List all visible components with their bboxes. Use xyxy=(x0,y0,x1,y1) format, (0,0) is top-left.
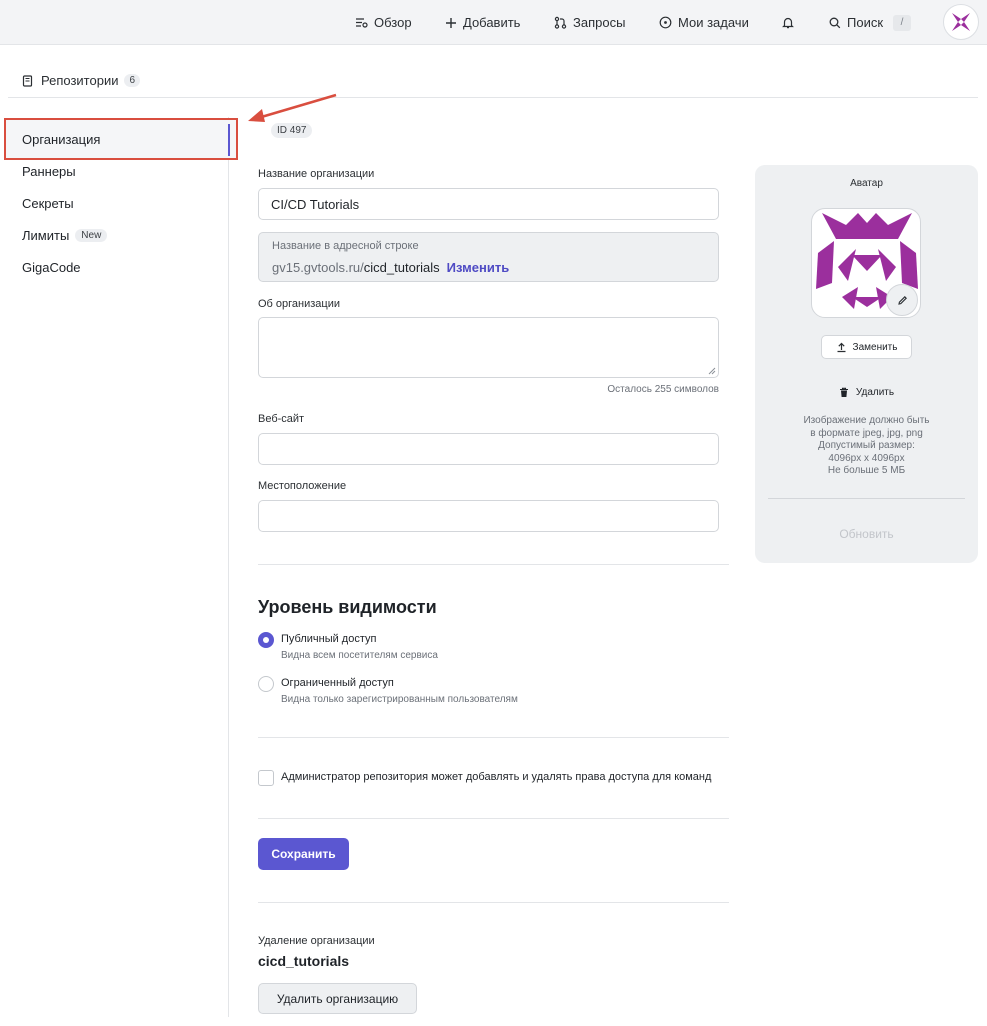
repositories-link[interactable]: Репозитории 6 xyxy=(22,73,141,88)
edit-avatar-button[interactable] xyxy=(886,284,918,316)
nav-add-label: Добавить xyxy=(463,15,521,30)
sidebar-item-organization[interactable]: Организация xyxy=(22,132,100,147)
replace-avatar-button[interactable]: Заменить xyxy=(821,335,912,359)
visibility-title: Уровень видимости xyxy=(258,597,437,617)
sidebar-item-runners[interactable]: Раннеры xyxy=(22,164,76,179)
search-icon xyxy=(829,17,841,28)
divider xyxy=(258,902,729,903)
visibility-public-title: Публичный доступ xyxy=(281,633,377,645)
pull-request-icon xyxy=(554,16,567,29)
nav-my-tasks-label: Мои задачи xyxy=(678,15,749,30)
org-name-input[interactable]: CI/CD Tutorials xyxy=(258,188,719,220)
visibility-restricted-radio[interactable] xyxy=(258,676,274,692)
plus-icon xyxy=(446,17,456,28)
org-name-value: CI/CD Tutorials xyxy=(271,196,360,212)
sidebar-item-label: Раннеры xyxy=(22,164,76,179)
nav-search-label: Поиск xyxy=(847,15,884,30)
sidebar-divider xyxy=(228,117,229,1017)
replace-avatar-label: Заменить xyxy=(852,341,898,353)
visibility-restricted-title: Ограниченный доступ xyxy=(281,677,394,689)
avatar-panel: Аватар Заменить Удалить Изображение долж… xyxy=(755,165,978,563)
avatar-requirement-line: Допустимый размер: xyxy=(818,440,915,451)
visibility-public-desc: Видна всем посетителям сервиса xyxy=(281,650,438,661)
website-input[interactable] xyxy=(258,433,719,465)
sidebar-item-label: Организация xyxy=(22,132,101,147)
brand-logo-button[interactable] xyxy=(943,4,979,40)
brand-logo-icon xyxy=(952,13,970,31)
update-avatar-button[interactable]: Обновить xyxy=(755,527,978,541)
nav-requests[interactable]: Запросы xyxy=(554,0,625,45)
bell-icon xyxy=(782,17,794,29)
org-name-label: Название организации xyxy=(258,168,375,180)
about-label: Об организации xyxy=(258,298,341,310)
sidebar-active-indicator xyxy=(228,124,230,156)
url-slug-field: Название в адресной строке gv15.gvtools.… xyxy=(258,232,719,282)
search-shortcut-badge: / xyxy=(893,14,912,31)
url-prefix: gv15.gvtools.ru/ xyxy=(272,260,364,275)
sidebar-item-label: GigaCode xyxy=(22,260,81,275)
new-badge: New xyxy=(75,229,108,242)
overview-icon xyxy=(356,18,368,28)
upload-icon xyxy=(837,342,846,352)
url-slug: cicd_tutorials xyxy=(363,260,440,275)
divider xyxy=(768,498,965,499)
sidebar-item-gigacode[interactable]: GigaCode xyxy=(22,260,81,275)
divider xyxy=(258,564,729,565)
divider xyxy=(258,737,729,738)
delete-organization-button[interactable]: Удалить организацию xyxy=(258,983,417,1014)
location-label: Местоположение xyxy=(258,480,347,492)
delete-avatar-button[interactable]: Удалить xyxy=(755,387,978,398)
sidebar-item-label: Лимиты xyxy=(22,228,70,243)
nav-requests-label: Запросы xyxy=(573,15,626,30)
avatar-requirement-line: 4096px x 4096px xyxy=(828,452,905,464)
organization-id-badge: ID 497 xyxy=(271,123,313,138)
nav-my-tasks[interactable]: Мои задачи xyxy=(659,0,749,45)
about-textarea[interactable] xyxy=(258,317,719,378)
team-permissions-checkbox[interactable] xyxy=(258,770,274,786)
avatar-requirement-line: Не больше 5 МБ xyxy=(827,465,906,476)
characters-left-hint: Осталось 255 символов xyxy=(607,384,719,395)
nav-overview[interactable]: Обзор xyxy=(355,0,412,45)
visibility-public-radio[interactable] xyxy=(258,632,274,648)
resize-handle-icon[interactable] xyxy=(708,367,716,375)
visibility-restricted-desc: Видна только зарегистрированным пользова… xyxy=(281,694,518,705)
nav-add[interactable]: Добавить xyxy=(445,0,520,45)
nav-search[interactable]: Поиск / xyxy=(829,0,912,45)
delete-org-name: cicd_tutorials xyxy=(258,953,350,969)
location-input[interactable] xyxy=(258,500,719,532)
repositories-count-badge: 6 xyxy=(124,74,141,87)
avatar-requirement-line: в формате jpeg, jpg, png xyxy=(810,427,923,439)
url-slug-value: gv15.gvtools.ru/ cicd_tutorials Изменить xyxy=(272,260,509,275)
avatar-title: Аватар xyxy=(850,178,883,189)
nav-overview-label: Обзор xyxy=(374,15,412,30)
save-button[interactable]: Сохранить xyxy=(258,838,349,870)
pencil-icon xyxy=(897,295,907,305)
delete-avatar-label: Удалить xyxy=(855,387,895,398)
website-label: Веб-сайт xyxy=(258,413,305,425)
sidebar-item-limits[interactable]: Лимиты New xyxy=(22,228,108,243)
sidebar-item-secrets[interactable]: Секреты xyxy=(22,196,74,211)
delete-org-label: Удаление организации xyxy=(258,935,375,947)
trash-icon xyxy=(839,387,848,397)
top-navbar: Обзор Добавить Запросы Мои задачи Поиск … xyxy=(0,0,987,45)
sidebar-item-label: Секреты xyxy=(22,196,74,211)
avatar-requirements: Изображение должно быть в формате jpeg, … xyxy=(755,415,978,478)
url-slug-label: Название в адресной строке xyxy=(272,240,419,252)
task-circle-icon xyxy=(659,16,672,29)
repository-book-icon xyxy=(22,74,33,87)
divider xyxy=(8,97,978,98)
notifications-button[interactable] xyxy=(782,0,800,45)
repositories-label: Репозитории xyxy=(41,73,119,88)
team-permissions-label: Администратор репозитория может добавлят… xyxy=(281,771,712,783)
divider xyxy=(258,818,729,819)
avatar-requirement-line: Изображение должно быть xyxy=(803,415,930,426)
change-url-link[interactable]: Изменить xyxy=(447,260,510,275)
